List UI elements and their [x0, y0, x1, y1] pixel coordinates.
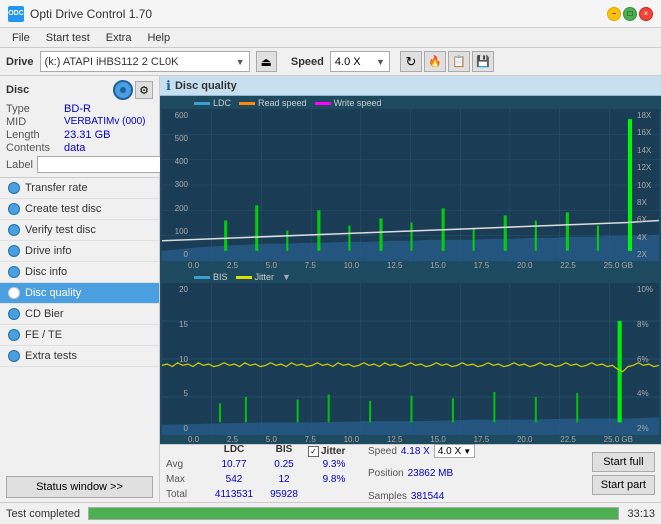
start-part-button[interactable]: Start part: [592, 475, 655, 495]
jitter-checkbox[interactable]: ✓: [308, 446, 319, 457]
nav-extra-tests[interactable]: Extra tests: [0, 346, 159, 367]
menu-file[interactable]: File: [4, 31, 38, 45]
position-value: 23862 MB: [408, 468, 454, 479]
samples-label: Samples: [368, 491, 407, 502]
bis-avg: 0.25: [262, 459, 306, 473]
chart2-container: BIS Jitter ▼: [160, 270, 661, 444]
chart2-y-right-labels: 10% 8% 6% 4% 2%: [635, 283, 659, 435]
speed-stat-select[interactable]: 4.0 X ▼: [434, 444, 475, 458]
progress-bar-container: [88, 507, 619, 520]
nav-verify-test-disc[interactable]: Verify test disc: [0, 220, 159, 241]
jitter-avg: 9.3%: [308, 459, 360, 473]
minimize-button[interactable]: −: [607, 7, 621, 21]
stats-bar: Avg Max Total LDC 10.77 542 4113531 BIS …: [160, 444, 661, 502]
disc-settings-icon[interactable]: ⚙: [135, 81, 153, 99]
content-area: ℹ Disc quality LDC Read speed Write spee…: [160, 76, 661, 502]
menu-extra[interactable]: Extra: [98, 31, 140, 45]
chart1-y-right-labels: 18X 16X 14X 12X 10X 8X 6X 4X 2X: [635, 109, 659, 261]
status-window-button[interactable]: Status window >>: [6, 476, 153, 498]
chart2-x-labels: 0.0 2.5 5.0 7.5 10.0 12.5 15.0 17.5 20.0…: [160, 435, 661, 444]
eject-button[interactable]: ⏏: [256, 51, 277, 72]
sidebar: Disc ⚙ Type BD-R MID VERBATIMv (000) Len…: [0, 76, 160, 502]
nav-disc-quality[interactable]: Disc quality: [0, 283, 159, 304]
nav-cd-bier[interactable]: CD Bier: [0, 304, 159, 325]
avg-label: Avg: [166, 459, 206, 473]
chart1-legend: LDC Read speed Write speed: [160, 96, 661, 109]
menu-start-test[interactable]: Start test: [38, 31, 98, 45]
start-buttons: Start full Start part: [592, 452, 655, 495]
stats-table: Avg Max Total LDC 10.77 542 4113531 BIS …: [166, 444, 588, 502]
app-title: Opti Drive Control 1.70: [30, 7, 607, 21]
drive-select[interactable]: (k:) ATAPI iHBS112 2 CL0K ▼: [40, 51, 250, 72]
progress-bar-fill: [89, 508, 618, 519]
maximize-button[interactable]: □: [623, 7, 637, 21]
speed-select[interactable]: 4.0 X ▼: [330, 51, 390, 72]
start-full-button[interactable]: Start full: [592, 452, 655, 472]
ldc-header: LDC: [208, 444, 260, 458]
bis-header: BIS: [262, 444, 306, 458]
close-button[interactable]: ×: [639, 7, 653, 21]
jitter-header: Jitter: [321, 446, 345, 457]
titlebar: ODC Opti Drive Control 1.70 − □ ×: [0, 0, 661, 28]
status-time: 33:13: [627, 508, 655, 520]
ldc-max: 542: [208, 474, 260, 488]
nav-fe-te[interactable]: FE / TE: [0, 325, 159, 346]
status-text: Test completed: [6, 508, 80, 520]
ldc-total: 4113531: [208, 489, 260, 502]
nav-disc-info[interactable]: Disc info: [0, 262, 159, 283]
length-value: 23.31 GB: [64, 129, 110, 141]
statusbar: Test completed 33:13: [0, 502, 661, 524]
burn-button[interactable]: 🔥: [424, 51, 446, 72]
drivebar: Drive (k:) ATAPI iHBS112 2 CL0K ▼ ⏏ Spee…: [0, 48, 661, 76]
label-label: Label: [6, 159, 33, 171]
disc-panel: Disc ⚙ Type BD-R MID VERBATIMv (000) Len…: [0, 76, 159, 178]
position-label: Position: [368, 468, 404, 479]
mid-label: MID: [6, 116, 64, 128]
menubar: File Start test Extra Help: [0, 28, 661, 48]
bis-total: 95928: [262, 489, 306, 502]
chart2-svg: [162, 283, 659, 435]
disc-section-title: Disc: [6, 84, 29, 96]
chart2-legend: BIS Jitter ▼: [160, 270, 661, 283]
max-label: Max: [166, 474, 206, 488]
contents-label: Contents: [6, 142, 64, 154]
quality-header-icon: ℹ: [166, 78, 171, 94]
chart1-y-labels: 600 500 400 300 200 100 0: [162, 109, 190, 261]
chart1-area: 600 500 400 300 200 100 0 600 500 400 30…: [162, 109, 659, 261]
save-button[interactable]: 💾: [472, 51, 494, 72]
type-label: Type: [6, 103, 64, 115]
mid-value: VERBATIMv (000): [64, 116, 146, 128]
drive-label: Drive: [6, 56, 34, 68]
ldc-avg: 10.77: [208, 459, 260, 473]
chart2-y-labels: 20 15 10 5 0: [162, 283, 190, 435]
contents-value: data: [64, 142, 85, 154]
refresh-button[interactable]: ↻: [400, 51, 422, 72]
scan-button[interactable]: 📋: [448, 51, 470, 72]
nav-create-test-disc[interactable]: Create test disc: [0, 199, 159, 220]
speed-label: Speed: [291, 56, 324, 68]
nav-transfer-rate[interactable]: Transfer rate: [0, 178, 159, 199]
total-label: Total: [166, 489, 206, 502]
nav-drive-info[interactable]: Drive info: [0, 241, 159, 262]
chart1-svg: 600 500 400 300 200 100 0: [162, 109, 659, 261]
app-icon: ODC: [8, 6, 24, 22]
speed-stat-label: Speed: [368, 446, 397, 457]
chart2-area: 20 15 10 5 0 10% 8% 6% 4% 2%: [162, 283, 659, 435]
speed-stat-value: 4.18 X: [401, 446, 430, 457]
jitter-max: 9.8%: [308, 474, 360, 488]
samples-value: 381544: [411, 491, 444, 502]
bis-max: 12: [262, 474, 306, 488]
quality-header: ℹ Disc quality: [160, 76, 661, 96]
quality-header-title: Disc quality: [175, 80, 237, 92]
chart1-container: LDC Read speed Write speed: [160, 96, 661, 270]
length-label: Length: [6, 129, 64, 141]
menu-help[interactable]: Help: [139, 31, 178, 45]
chart1-x-labels: 0.0 2.5 5.0 7.5 10.0 12.5 15.0 17.5 20.0…: [160, 261, 661, 270]
label-input[interactable]: [37, 156, 175, 173]
type-value: BD-R: [64, 103, 91, 115]
disc-icon: [113, 80, 133, 100]
